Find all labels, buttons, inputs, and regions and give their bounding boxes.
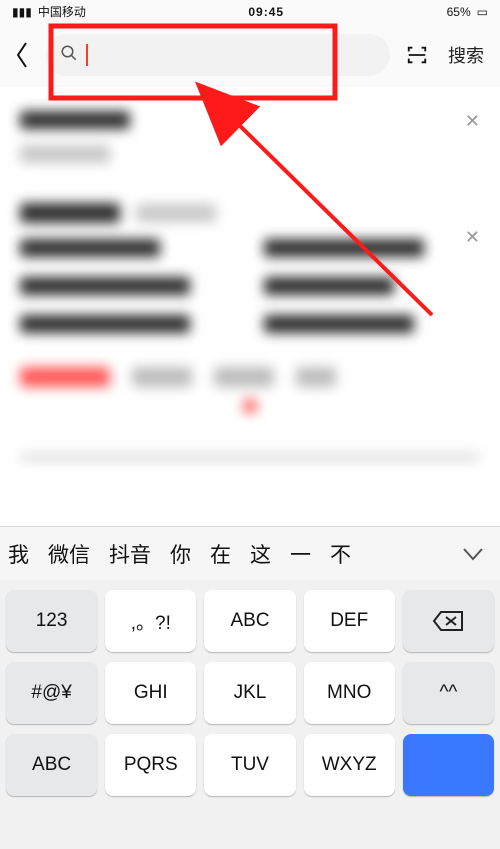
key-backspace[interactable]: [403, 590, 494, 652]
suggestion-4[interactable]: 在: [210, 539, 231, 569]
text-cursor: [86, 44, 88, 66]
search-icon: [60, 44, 78, 67]
back-button[interactable]: [4, 33, 40, 77]
search-input[interactable]: [46, 34, 390, 76]
suggestion-3[interactable]: 你: [170, 539, 191, 569]
keyboard: 我微信抖音你在这一不 123,。?!ABCDEF#@¥GHIJKLMNO^^AB…: [0, 526, 500, 849]
suggestion-7[interactable]: 不: [330, 539, 351, 569]
key-mno[interactable]: MNO: [304, 662, 395, 724]
suggestion-row: 我微信抖音你在这一不: [0, 526, 500, 580]
suggestion-5[interactable]: 这: [250, 539, 271, 569]
status-time: 09:45: [248, 5, 284, 19]
scan-button[interactable]: [396, 34, 438, 76]
top-bar: 搜索: [0, 23, 500, 87]
key-punct[interactable]: ,。?!: [105, 590, 196, 652]
status-bar: ▮▮▮ 中国移动 09:45 65% ▭: [0, 0, 500, 23]
key-jkl[interactable]: JKL: [204, 662, 295, 724]
carrier-label: 中国移动: [38, 3, 86, 20]
suggestion-1[interactable]: 微信: [48, 539, 90, 569]
key-abc2[interactable]: ABC: [204, 590, 295, 652]
keyboard-collapse-button[interactable]: [450, 534, 496, 574]
key-def[interactable]: DEF: [304, 590, 395, 652]
key-symbols[interactable]: #@¥: [6, 662, 97, 724]
suggestion-2[interactable]: 抖音: [109, 539, 151, 569]
close-icon[interactable]: ✕: [465, 227, 480, 248]
battery-label: 65%: [447, 5, 471, 19]
key-emoticon[interactable]: ^^: [403, 662, 494, 724]
key-123[interactable]: 123: [6, 590, 97, 652]
close-icon[interactable]: ✕: [465, 111, 480, 132]
suggestion-6[interactable]: 一: [290, 539, 311, 569]
signal-icon: ▮▮▮: [12, 5, 32, 19]
key-ghi[interactable]: GHI: [105, 662, 196, 724]
key-tuv[interactable]: TUV: [204, 734, 295, 796]
battery-icon: ▭: [477, 5, 488, 19]
content-area: ✕ ✕: [0, 87, 500, 526]
key-pqrs[interactable]: PQRS: [105, 734, 196, 796]
key-mode-abc[interactable]: ABC: [6, 734, 97, 796]
suggestion-0[interactable]: 我: [8, 539, 29, 569]
search-button[interactable]: 搜索: [438, 42, 494, 68]
key-wxyz[interactable]: WXYZ: [304, 734, 395, 796]
key-confirm[interactable]: [403, 734, 494, 796]
